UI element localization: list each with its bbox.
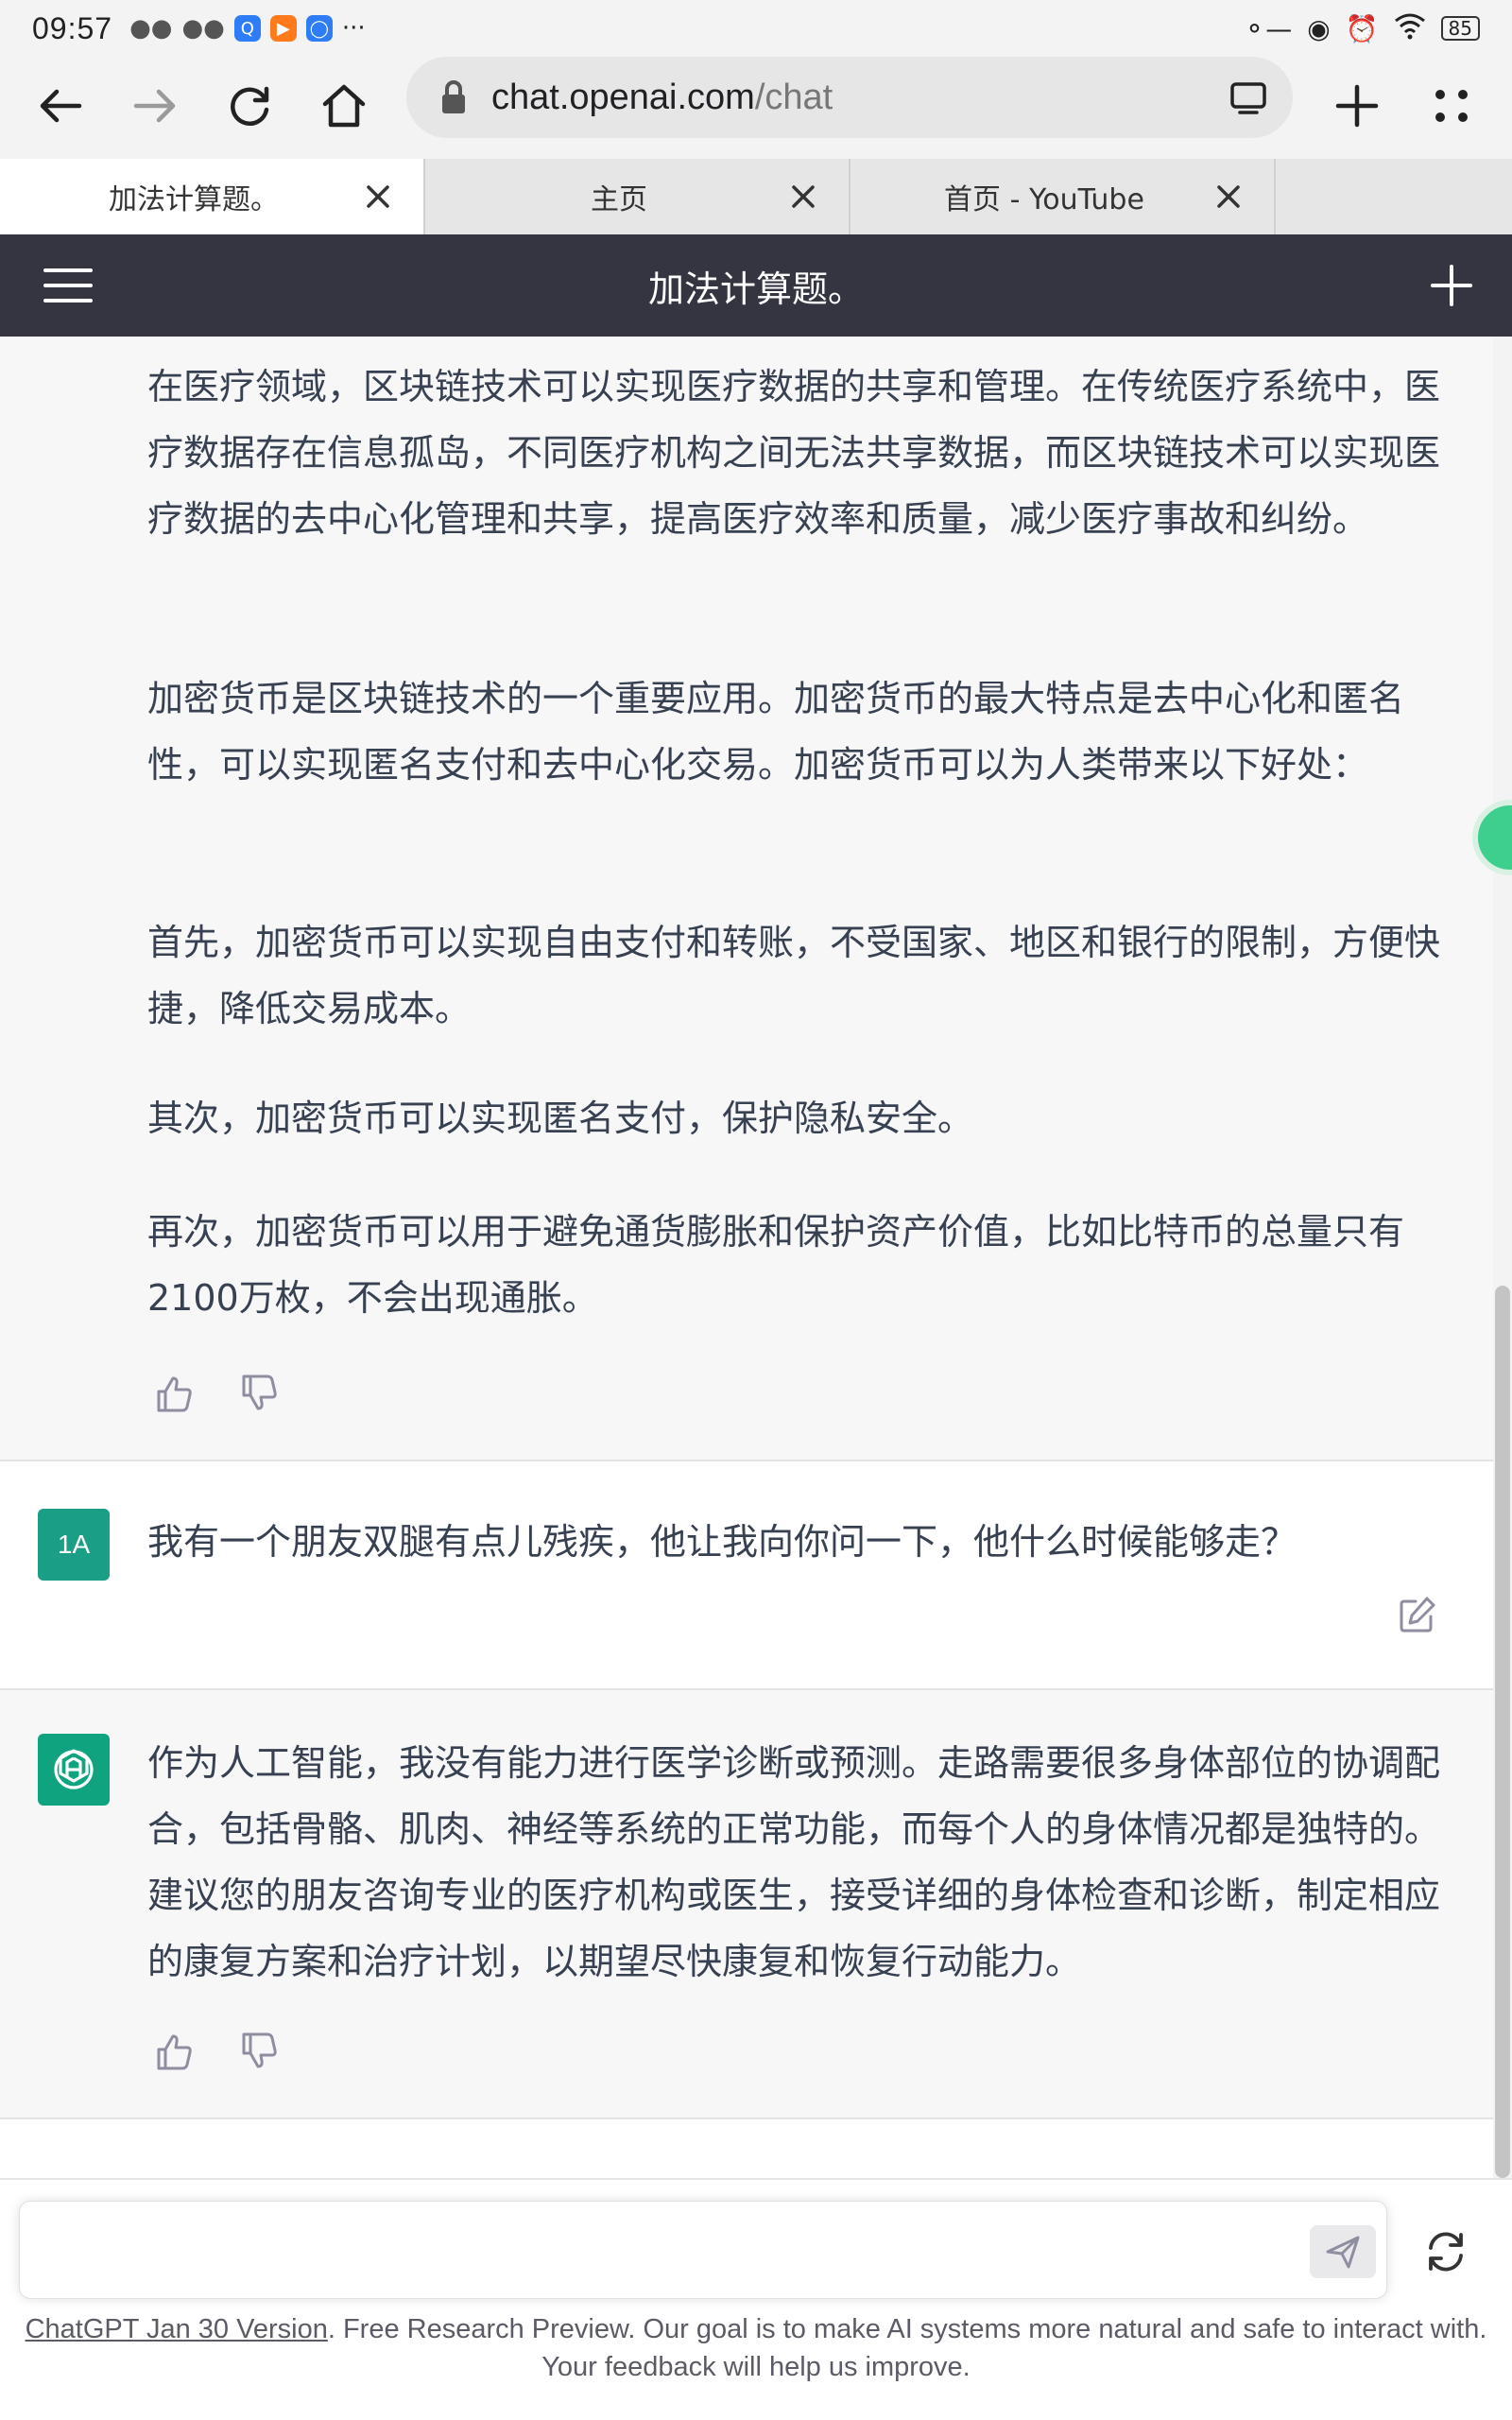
tab-1[interactable]: 加法计算题。 bbox=[0, 159, 425, 234]
tab-label: 首页 - YouTube bbox=[944, 183, 1144, 216]
message-paragraph: 首先，加密货币可以实现自由支付和转账，不受国家、地区和银行的限制，方便快捷，降低… bbox=[147, 922, 1441, 1029]
message-paragraph: 再次，加密货币可以用于避免通货膨胀和保护资产价值，比如比特币的总量只有2100万… bbox=[147, 1211, 1405, 1319]
reload-icon bbox=[231, 86, 269, 127]
forward-button[interactable] bbox=[108, 59, 202, 153]
user-avatar: 1A bbox=[38, 1509, 110, 1581]
user-message: 1A 我有一个朋友双腿有点儿残疾，他让我向你问一下，他什么时候能够走？ bbox=[0, 1461, 1493, 1688]
assistant-message-text: 作为人工智能，我没有能力进行医学诊断或预测。走路需要很多身体部位的协调配合，包括… bbox=[147, 1742, 1441, 1982]
edit-icon[interactable] bbox=[1397, 1594, 1438, 1635]
new-tab-button[interactable] bbox=[1310, 59, 1404, 153]
thumbs-down-icon[interactable] bbox=[238, 2031, 280, 2072]
tab-3[interactable]: 首页 - YouTube bbox=[850, 159, 1276, 234]
close-icon[interactable] bbox=[1210, 178, 1247, 216]
forward-arrow-icon bbox=[133, 89, 176, 123]
back-arrow-icon bbox=[40, 89, 82, 123]
browser-app-icon: Q bbox=[233, 15, 261, 42]
message-input[interactable] bbox=[19, 2201, 1387, 2299]
new-chat-icon[interactable] bbox=[1427, 261, 1476, 310]
eye-icon: ◉ bbox=[1307, 12, 1331, 44]
close-icon[interactable] bbox=[784, 178, 822, 216]
video-app-icon: ▶ bbox=[269, 15, 297, 42]
lock-icon bbox=[442, 80, 465, 113]
wechat-icon: ●● bbox=[181, 14, 225, 43]
tab-2[interactable]: 主页 bbox=[425, 159, 850, 234]
alarm-icon: ⏰ bbox=[1345, 12, 1379, 44]
message-paragraph: 加密货币是区块链技术的一个重要应用。加密货币的最大特点是去中心化和匿名性，可以实… bbox=[147, 678, 1405, 786]
browser-toolbar: chat.openai.com/chat bbox=[0, 57, 1512, 159]
message-divider bbox=[0, 2118, 1493, 2119]
menu-button[interactable] bbox=[1404, 59, 1499, 153]
home-icon bbox=[322, 84, 366, 128]
plus-icon bbox=[1335, 84, 1379, 128]
tab-label: 主页 bbox=[591, 183, 647, 216]
home-button[interactable] bbox=[297, 59, 391, 153]
version-link[interactable]: ChatGPT Jan 30 Version bbox=[26, 2314, 328, 2344]
url-host: chat.openai.com bbox=[491, 77, 755, 117]
footer-disclaimer: ChatGPT Jan 30 Version. Free Research Pr… bbox=[19, 2310, 1493, 2386]
footer-text: . Free Research Preview. Our goal is to … bbox=[327, 2314, 1487, 2382]
url-path: /chat bbox=[754, 77, 833, 117]
thumbs-up-icon[interactable] bbox=[153, 1373, 195, 1414]
chat-header: 加法计算题。 bbox=[0, 234, 1512, 337]
notification-icons: ●● ●● Q ▶ ◯ ··· bbox=[129, 14, 366, 43]
key-icon: ⚬— bbox=[1243, 12, 1293, 44]
wechat-icon: ●● bbox=[129, 14, 173, 43]
openai-logo-icon bbox=[54, 1749, 94, 1789]
assistant-avatar bbox=[38, 1734, 110, 1806]
send-button[interactable] bbox=[1310, 2225, 1376, 2278]
address-bar[interactable]: chat.openai.com/chat bbox=[406, 57, 1293, 138]
scrollbar-thumb[interactable] bbox=[1495, 1286, 1510, 2178]
chat-title: 加法计算题。 bbox=[647, 268, 864, 310]
thumbs-up-icon[interactable] bbox=[153, 2031, 195, 2072]
message-paragraph: 在医疗领域，区块链技术可以实现医疗数据的共享和管理。在传统医疗系统中，医疗数据存… bbox=[147, 366, 1441, 540]
assistant-message: 作为人工智能，我没有能力进行医学诊断或预测。走路需要很多身体部位的协调配合，包括… bbox=[0, 1690, 1493, 2118]
reload-button[interactable] bbox=[202, 59, 297, 153]
more-notifications: ··· bbox=[341, 14, 366, 43]
clock: 09:57 bbox=[32, 10, 113, 45]
tab-switcher-icon[interactable] bbox=[1227, 76, 1270, 119]
regenerate-icon[interactable] bbox=[1421, 2227, 1470, 2276]
url-text: chat.openai.com/chat bbox=[491, 78, 833, 118]
message-paragraph: 其次，加密货币可以实现匿名支付，保护隐私安全。 bbox=[147, 1098, 974, 1139]
tab-label: 加法计算题。 bbox=[109, 183, 279, 216]
wifi-icon bbox=[1394, 11, 1426, 46]
user-message-text: 我有一个朋友双腿有点儿残疾，他让我向你问一下，他什么时候能够走？ bbox=[147, 1521, 1297, 1563]
bulb-app-icon: ◯ bbox=[305, 15, 333, 42]
assistant-message: 在医疗领域，区块链技术可以实现医疗数据的共享和管理。在传统医疗系统中，医疗数据存… bbox=[0, 337, 1493, 1460]
send-icon bbox=[1326, 2236, 1360, 2269]
close-icon[interactable] bbox=[359, 178, 397, 216]
grid-dots-icon bbox=[1435, 90, 1468, 122]
back-button[interactable] bbox=[13, 59, 108, 153]
thumbs-down-icon[interactable] bbox=[238, 1373, 280, 1414]
battery-icon: 85 bbox=[1440, 16, 1480, 41]
status-bar: 09:57 ●● ●● Q ▶ ◯ ··· ⚬— ◉ ⏰ 85 bbox=[0, 0, 1512, 57]
tab-strip: 加法计算题。 主页 首页 - YouTube bbox=[0, 159, 1512, 234]
hamburger-menu-icon[interactable] bbox=[42, 263, 94, 308]
